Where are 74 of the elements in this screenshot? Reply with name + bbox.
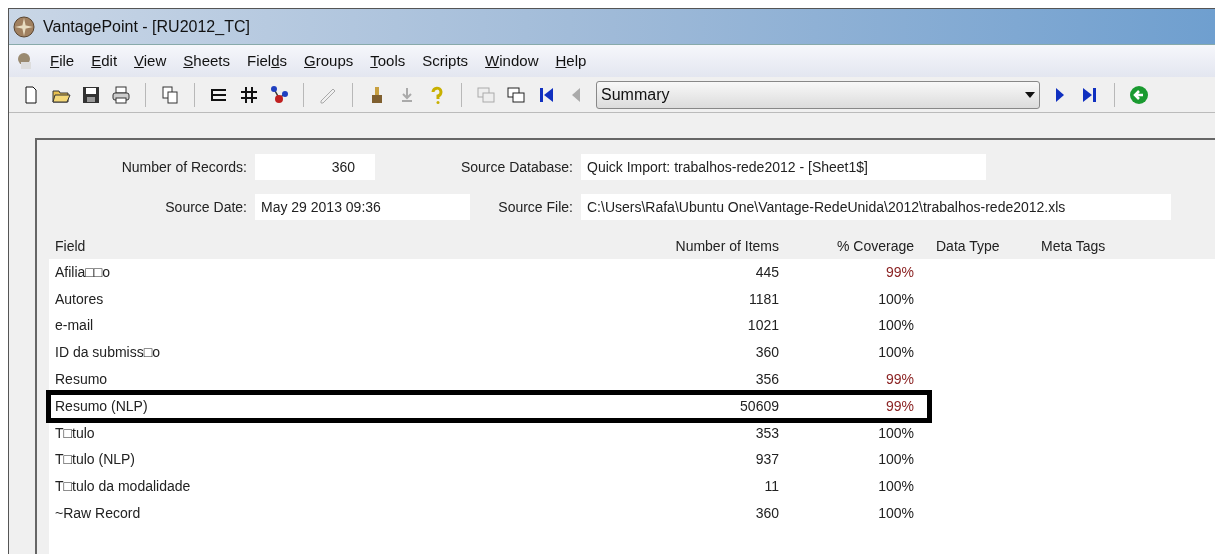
table-cell-text: 50609 <box>739 396 779 416</box>
menu-item[interactable]: Scripts <box>422 49 469 73</box>
table-cell-text: Afilia□□o <box>54 262 112 282</box>
table-row[interactable]: Resumo 356 99% <box>49 366 929 393</box>
highlighted-row[interactable]: Resumo (NLP) 50609 99% <box>49 393 929 420</box>
table-row[interactable]: Afilia□□o 445 99% <box>49 259 929 286</box>
table-cell-text: 100% <box>877 343 914 363</box>
save-icon[interactable] <box>81 84 101 105</box>
window-title: VantagePoint - [RU2012_TC] <box>43 16 250 37</box>
table-row[interactable]: T□tulo 353 100% <box>49 419 929 447</box>
table-row[interactable]: T□tulo (NLP) 937 100% <box>49 446 929 474</box>
table-cell-text: 11 <box>763 477 779 497</box>
column-header: Data Type <box>935 237 1001 256</box>
menu-item[interactable]: Window <box>485 49 539 73</box>
table-cell-text: 100% <box>877 504 914 524</box>
table-cell-text: Autores <box>54 289 105 309</box>
field-label: Source Database: <box>459 157 573 177</box>
records-field: 360 <box>255 154 375 180</box>
view-dropdown[interactable]: Summary <box>596 80 1040 109</box>
menu-item[interactable]: Help <box>555 49 587 73</box>
table-cell-text: Resumo (NLP) <box>54 396 149 416</box>
table-cell-text: 360 <box>754 343 779 363</box>
table-row[interactable]: Autores 1181 100% <box>49 285 929 313</box>
table-cell-text: ID da submiss□o <box>54 343 161 363</box>
table-cell-text: 353 <box>754 423 779 443</box>
menu-item[interactable]: Sheets <box>183 49 230 73</box>
grid-icon[interactable] <box>239 84 259 105</box>
table-cell-text: T□tulo da modalidade <box>54 477 192 497</box>
date-field: May 29 2013 09:36 <box>255 194 470 220</box>
table-cell-text: 937 <box>754 450 779 470</box>
table-cell-text: 1021 <box>746 316 779 336</box>
windows-icon[interactable] <box>506 84 526 105</box>
table-row[interactable]: T□tulo da modalidade 11 100% <box>49 473 929 501</box>
table-cell-text: 100% <box>877 423 914 443</box>
menu-item[interactable]: Fields <box>247 49 288 73</box>
table-cell-text: 360 <box>754 504 779 524</box>
table-cell-text: 356 <box>754 370 779 390</box>
table-cell-text: 100% <box>877 289 914 309</box>
table-row[interactable]: ID da submiss□o 360 100% <box>49 339 929 367</box>
column-header: % Coverage <box>835 237 914 256</box>
table-cell-text: 445 <box>754 262 779 282</box>
table-cell-text: 100% <box>877 316 914 336</box>
field-label: Source Date: <box>164 197 247 217</box>
column-header: Meta Tags <box>1040 237 1107 256</box>
table-cell-text: 1181 <box>747 289 779 309</box>
table-cell-text: 99% <box>884 370 914 390</box>
printer-icon[interactable] <box>111 84 131 105</box>
file-field: C:\Users\Rafa\Ubuntu One\Vantage-RedeUnida\2012\trabalhos-rede2012.xls <box>581 194 1171 220</box>
table-cell-text: 100% <box>877 477 914 497</box>
column-header: Field <box>54 237 87 256</box>
menu-item[interactable]: Groups <box>304 49 354 73</box>
table-cell-text: 99% <box>884 396 914 416</box>
back-circle-icon[interactable] <box>1129 84 1149 105</box>
compass-icon <box>13 15 35 38</box>
menu-item[interactable]: View <box>134 49 167 73</box>
column-header: Number of Items <box>674 237 779 256</box>
table-cell-text: T□tulo <box>54 423 96 443</box>
table-cell-text: T□tulo (NLP) <box>54 450 137 470</box>
network-icon[interactable] <box>269 84 289 105</box>
menu-item[interactable]: File <box>50 49 75 73</box>
field-label: Source File: <box>497 197 573 217</box>
table-cell-text: e-mail <box>54 316 95 336</box>
database-field: Quick Import: trabalhos-rede2012 - [Sheet1$] <box>581 154 986 180</box>
table-cell-text: Resumo <box>54 370 109 390</box>
table-row[interactable]: ~Raw Record 360 100% <box>49 500 929 527</box>
table-cell-text: 99% <box>884 262 914 282</box>
table-cell-text: ~Raw Record <box>54 504 142 524</box>
table-row[interactable]: e-mail 1021 100% <box>49 312 929 340</box>
copy-icon[interactable] <box>160 84 180 105</box>
field-label: Number of Records: <box>120 157 247 177</box>
table-cell-text: 100% <box>877 450 914 470</box>
caret-icon <box>1025 91 1035 98</box>
menu-item[interactable]: Edit <box>91 49 118 73</box>
menu-item[interactable]: Tools <box>370 49 406 73</box>
